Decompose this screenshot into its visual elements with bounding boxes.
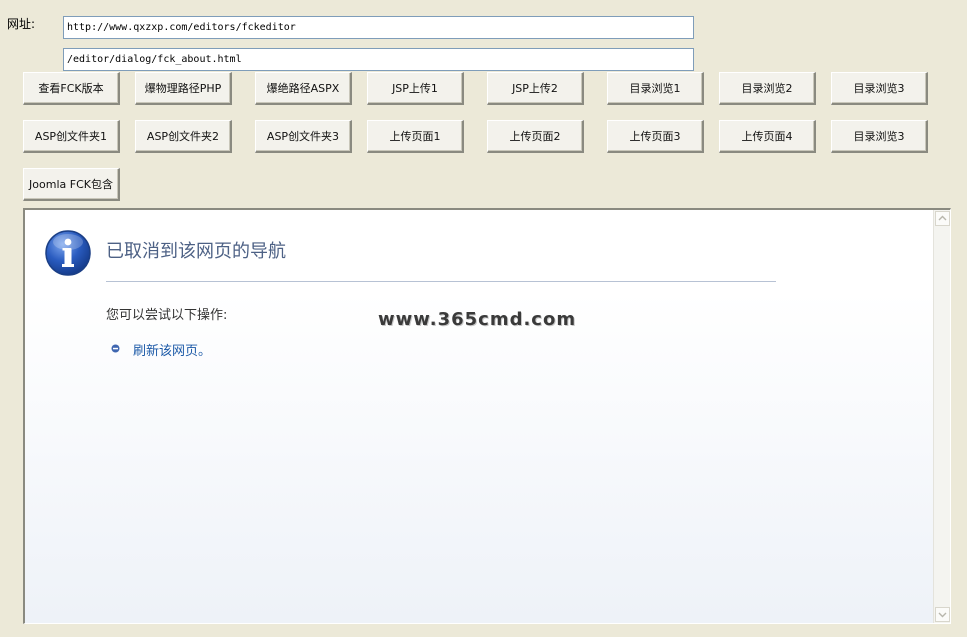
page-title: 已取消到该网页的导航 bbox=[106, 241, 286, 262]
scroll-down-icon[interactable] bbox=[935, 607, 950, 622]
try-text: 您可以尝试以下操作: bbox=[106, 308, 228, 323]
jsp-upload-2-button[interactable]: JSP上传2 bbox=[487, 72, 584, 105]
watermark: www.365cmd.com bbox=[378, 309, 577, 330]
dir-browse-3b-button[interactable]: 目录浏览3 bbox=[831, 120, 928, 153]
dir-browse-2-button[interactable]: 目录浏览2 bbox=[719, 72, 816, 105]
absolute-path-aspx-button[interactable]: 爆绝路径ASPX bbox=[255, 72, 352, 105]
scroll-up-icon[interactable] bbox=[935, 211, 950, 226]
bullet-icon bbox=[111, 344, 120, 353]
check-fck-version-button[interactable]: 查看FCK版本 bbox=[23, 72, 120, 105]
upload-page-4-button[interactable]: 上传页面4 bbox=[719, 120, 816, 153]
physical-path-php-button[interactable]: 爆物理路径PHP bbox=[135, 72, 232, 105]
dir-browse-1-button[interactable]: 目录浏览1 bbox=[607, 72, 704, 105]
divider bbox=[106, 281, 776, 282]
dir-browse-3-button[interactable]: 目录浏览3 bbox=[831, 72, 928, 105]
url-input[interactable] bbox=[63, 16, 694, 39]
url-label: 网址: bbox=[7, 17, 36, 31]
asp-create-folder-2-button[interactable]: ASP创文件夹2 bbox=[135, 120, 232, 153]
jsp-upload-1-button[interactable]: JSP上传1 bbox=[367, 72, 464, 105]
upload-page-2-button[interactable]: 上传页面2 bbox=[487, 120, 584, 153]
asp-create-folder-1-button[interactable]: ASP创文件夹1 bbox=[23, 120, 120, 153]
asp-create-folder-3-button[interactable]: ASP创文件夹3 bbox=[255, 120, 352, 153]
browser-frame: 已取消到该网页的导航 您可以尝试以下操作: 刷新该网页。 www.365cmd.… bbox=[23, 208, 951, 624]
refresh-page-link[interactable]: 刷新该网页。 bbox=[133, 340, 211, 359]
upload-page-3-button[interactable]: 上传页面3 bbox=[607, 120, 704, 153]
joomla-fck-include-button[interactable]: Joomla FCK包含 bbox=[23, 168, 120, 201]
path-input[interactable] bbox=[63, 48, 694, 71]
info-icon bbox=[45, 230, 91, 276]
upload-page-1-button[interactable]: 上传页面1 bbox=[367, 120, 464, 153]
vertical-scrollbar[interactable] bbox=[933, 210, 950, 623]
